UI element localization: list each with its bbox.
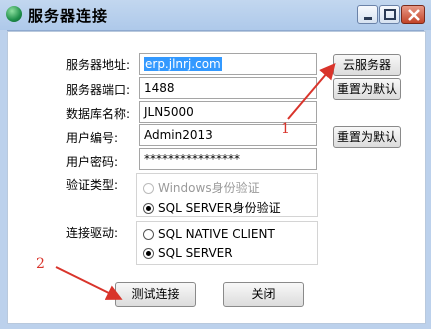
annotation-arrow-2 xyxy=(55,266,123,300)
annotation-arrow-1 xyxy=(287,62,336,120)
annotation-marker-1: 1 xyxy=(281,121,290,137)
annotation-marker-2: 2 xyxy=(36,256,45,272)
annotation-arrows xyxy=(55,62,336,300)
server-connection-window: 服务器连接 服务器地址: erp.jlnrj.com 云服务器 服务器端口: 1… xyxy=(0,0,431,329)
